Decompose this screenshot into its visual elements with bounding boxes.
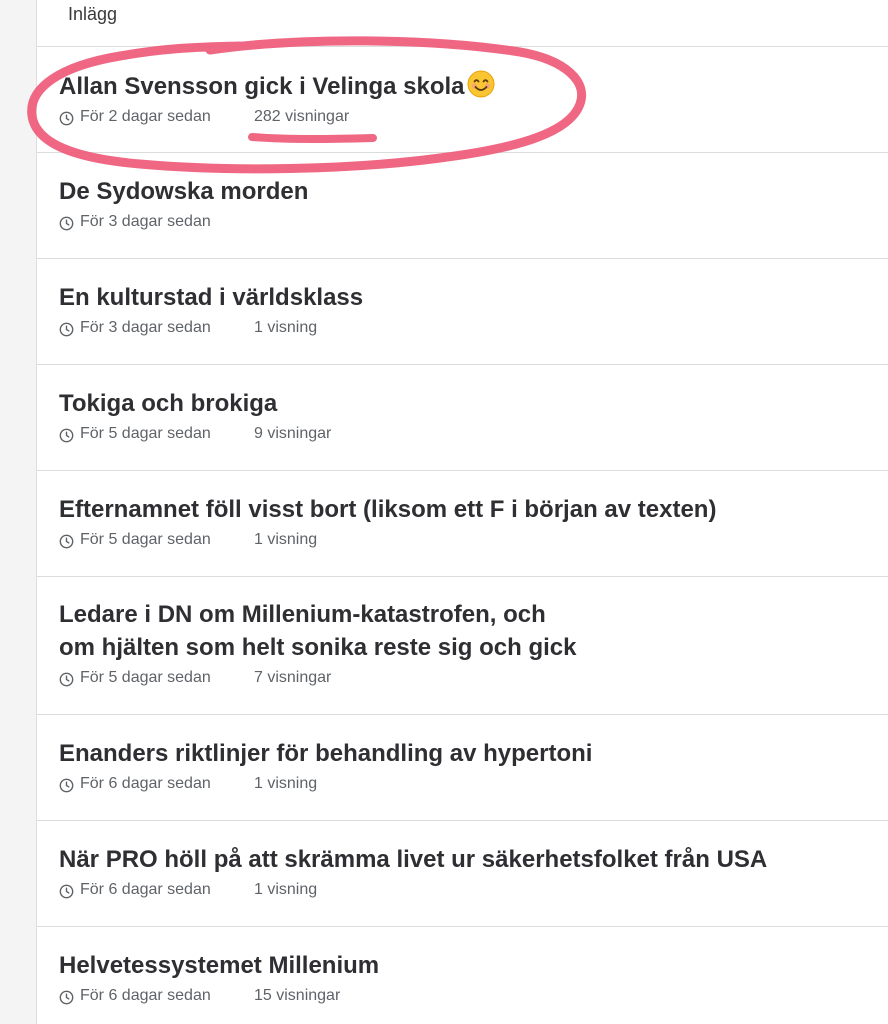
divider xyxy=(37,470,888,471)
post-title[interactable]: Helvetessystemet Millenium xyxy=(59,949,879,982)
post-item[interactable]: En kulturstad i världsklass För 3 dagar … xyxy=(59,281,879,341)
post-date: För 6 dagar sedan xyxy=(80,775,211,792)
post-title[interactable]: Tokiga och brokiga xyxy=(59,387,879,420)
post-views: 7 visningar xyxy=(254,669,332,686)
post-title-line-2[interactable]: om hjälten som helt sonika reste sig och… xyxy=(59,631,879,664)
post-views: 1 visning xyxy=(254,531,318,548)
clock-icon xyxy=(59,990,74,1005)
divider xyxy=(37,152,888,153)
clock-icon xyxy=(59,672,74,687)
post-title[interactable]: När PRO höll på att skrämma livet ur säk… xyxy=(59,843,879,876)
post-item[interactable]: När PRO höll på att skrämma livet ur säk… xyxy=(59,843,879,903)
post-views: 15 visningar xyxy=(254,987,341,1004)
post-item[interactable]: Ledare i DN om Millenium-katastrofen, oc… xyxy=(59,598,879,691)
post-item[interactable]: Allan Svensson gick i Velinga skola För … xyxy=(59,70,879,130)
post-meta: För 5 dagar sedan 1 visning xyxy=(59,531,879,553)
post-date: För 6 dagar sedan xyxy=(80,987,211,1004)
post-item[interactable]: Helvetessystemet Millenium För 6 dagar s… xyxy=(59,949,879,1009)
post-title[interactable]: De Sydowska morden xyxy=(59,175,879,208)
clock-icon xyxy=(59,428,74,443)
post-date: För 6 dagar sedan xyxy=(80,881,211,898)
divider xyxy=(37,258,888,259)
post-title[interactable]: En kulturstad i världsklass xyxy=(59,281,879,314)
post-views: 1 visning xyxy=(254,319,318,336)
clock-icon xyxy=(59,884,74,899)
post-date: För 2 dagar sedan xyxy=(80,108,211,125)
post-date: För 3 dagar sedan xyxy=(80,319,211,336)
left-rail xyxy=(0,0,37,1024)
post-item[interactable]: Tokiga och brokiga För 5 dagar sedan 9 v… xyxy=(59,387,879,447)
post-title[interactable]: Allan Svensson gick i Velinga skola xyxy=(59,70,879,103)
post-meta: För 3 dagar sedan xyxy=(59,213,879,235)
post-date: För 5 dagar sedan xyxy=(80,425,211,442)
post-meta: För 3 dagar sedan 1 visning xyxy=(59,319,879,341)
clock-icon xyxy=(59,216,74,231)
divider xyxy=(37,46,888,47)
post-meta: För 5 dagar sedan 9 visningar xyxy=(59,425,879,447)
post-meta: För 6 dagar sedan 1 visning xyxy=(59,775,879,797)
divider xyxy=(37,820,888,821)
divider xyxy=(37,714,888,715)
post-meta: För 5 dagar sedan 7 visningar xyxy=(59,669,879,691)
smiling-face-emoji-icon xyxy=(467,70,494,98)
post-item[interactable]: Enanders riktlinjer för behandling av hy… xyxy=(59,737,879,797)
post-date: För 3 dagar sedan xyxy=(80,213,211,230)
clock-icon xyxy=(59,778,74,793)
post-title-line-1[interactable]: Ledare i DN om Millenium-katastrofen, oc… xyxy=(59,598,879,631)
clock-icon xyxy=(59,322,74,337)
post-views: 9 visningar xyxy=(254,425,332,442)
section-header-posts: Inlägg xyxy=(68,4,118,24)
post-views: 1 visning xyxy=(254,775,318,792)
post-title[interactable]: Efternamnet föll visst bort (liksom ett … xyxy=(59,493,879,526)
divider xyxy=(37,576,888,577)
post-date: För 5 dagar sedan xyxy=(80,669,211,686)
post-item[interactable]: Efternamnet föll visst bort (liksom ett … xyxy=(59,493,879,553)
post-meta: För 6 dagar sedan 1 visning xyxy=(59,881,879,903)
post-date: För 5 dagar sedan xyxy=(80,531,211,548)
post-views: 282 visningar xyxy=(254,108,350,125)
clock-icon xyxy=(59,534,74,549)
post-item[interactable]: De Sydowska morden För 3 dagar sedan xyxy=(59,175,879,235)
divider xyxy=(37,926,888,927)
divider xyxy=(37,364,888,365)
clock-icon xyxy=(59,111,74,126)
post-meta: För 2 dagar sedan 282 visningar xyxy=(59,108,879,130)
post-meta: För 6 dagar sedan 15 visningar xyxy=(59,987,879,1009)
post-title[interactable]: Enanders riktlinjer för behandling av hy… xyxy=(59,737,879,770)
page: Inlägg Allan Svensson gick i Velinga sko… xyxy=(0,0,888,1024)
posts-panel: Inlägg Allan Svensson gick i Velinga sko… xyxy=(37,0,888,1024)
post-views: 1 visning xyxy=(254,881,318,898)
